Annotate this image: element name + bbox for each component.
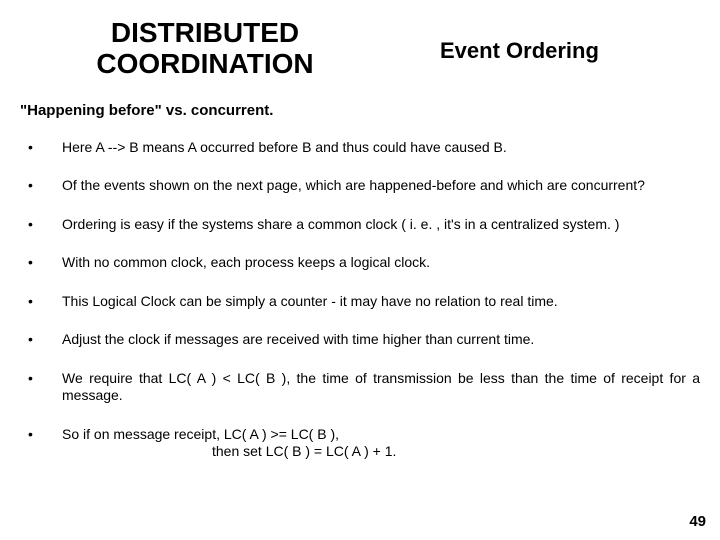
list-item-line2: then set LC( B ) = LC( A ) + 1.: [62, 443, 700, 461]
list-item-line1: So if on message receipt, LC( A ) >= LC(…: [62, 426, 339, 442]
header: DISTRIBUTED COORDINATION Event Ordering: [20, 18, 700, 80]
list-item: Ordering is easy if the systems share a …: [20, 216, 700, 234]
list-item: Of the events shown on the next page, wh…: [20, 177, 700, 195]
title-left-line2: COORDINATION: [96, 48, 313, 79]
title-right: Event Ordering: [440, 38, 599, 64]
title-left: DISTRIBUTED COORDINATION: [50, 18, 360, 80]
list-item: So if on message receipt, LC( A ) >= LC(…: [20, 426, 700, 461]
list-item: Adjust the clock if messages are receive…: [20, 331, 700, 349]
slide: DISTRIBUTED COORDINATION Event Ordering …: [0, 0, 720, 540]
title-left-line1: DISTRIBUTED: [111, 17, 299, 48]
list-item: We require that LC( A ) < LC( B ), the t…: [20, 370, 700, 405]
subheading: "Happening before" vs. concurrent.: [20, 102, 700, 119]
list-item: This Logical Clock can be simply a count…: [20, 293, 700, 311]
bullet-list: Here A --> B means A occurred before B a…: [20, 139, 700, 461]
list-item: With no common clock, each process keeps…: [20, 254, 700, 272]
list-item: Here A --> B means A occurred before B a…: [20, 139, 700, 157]
page-number: 49: [689, 513, 706, 530]
